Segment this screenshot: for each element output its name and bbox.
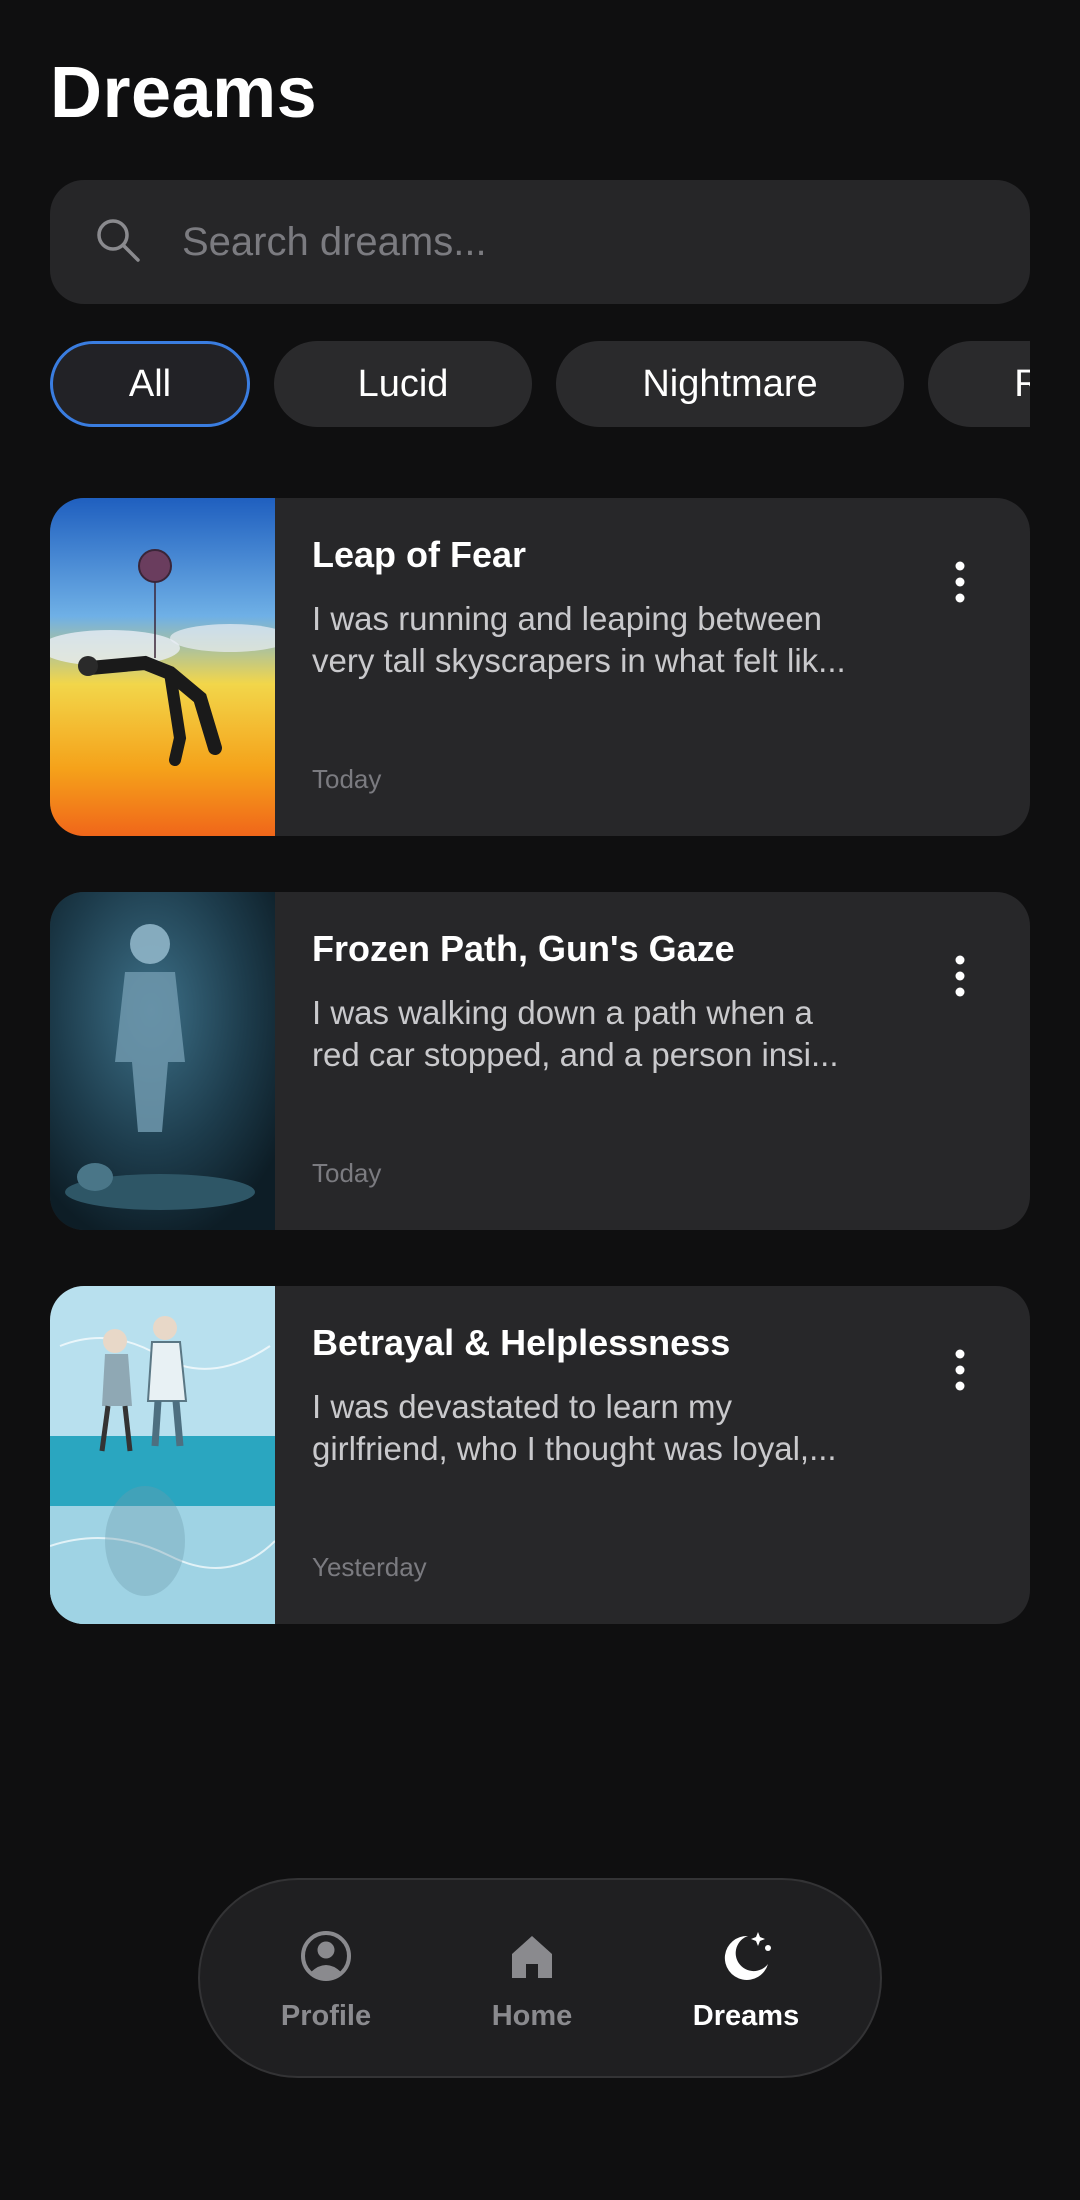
dream-card-betrayal[interactable]: Betrayal & Helplessness I was devastated… bbox=[50, 1286, 1030, 1624]
profile-icon bbox=[298, 1928, 354, 1984]
dream-excerpt: I was running and leaping between very t… bbox=[312, 598, 912, 682]
dream-excerpt-line: I was devastated to learn my bbox=[312, 1388, 733, 1425]
dream-card-leap-of-fear[interactable]: Leap of Fear I was running and leaping b… bbox=[50, 498, 1030, 836]
filter-chip-all[interactable]: All bbox=[50, 341, 250, 427]
dream-thumbnail bbox=[50, 1286, 275, 1624]
bottom-nav: Profile Home Dreams bbox=[198, 1878, 882, 2078]
dream-excerpt-line: I was walking down a path when a bbox=[312, 994, 813, 1031]
dream-excerpt: I was devastated to learn my girlfriend,… bbox=[312, 1386, 912, 1470]
dream-excerpt-line: red car stopped, and a person insi... bbox=[312, 1036, 839, 1073]
nav-label-dreams: Dreams bbox=[692, 2000, 800, 2032]
page-title: Dreams bbox=[50, 53, 318, 133]
dream-excerpt: I was walking down a path when a red car… bbox=[312, 992, 912, 1076]
more-options-icon[interactable] bbox=[950, 1348, 970, 1392]
dream-excerpt-line: very tall skyscrapers in what felt lik..… bbox=[312, 642, 846, 679]
nav-item-profile[interactable]: Profile bbox=[236, 1880, 416, 2076]
search-input[interactable] bbox=[180, 201, 1030, 283]
dream-title: Frozen Path, Gun's Gaze bbox=[312, 928, 735, 969]
nav-item-dreams[interactable]: Dreams bbox=[656, 1880, 836, 2076]
dream-date: Today bbox=[312, 764, 382, 794]
dream-thumbnail bbox=[50, 498, 275, 836]
dream-title: Betrayal & Helplessness bbox=[312, 1322, 731, 1363]
search-bar[interactable] bbox=[50, 180, 1030, 304]
dream-thumbnail bbox=[50, 892, 275, 1230]
filter-chips: All Lucid Nightmare R bbox=[50, 341, 1030, 429]
filter-chip-nightmare[interactable]: Nightmare bbox=[556, 341, 904, 427]
dream-card-frozen-path[interactable]: Frozen Path, Gun's Gaze I was walking do… bbox=[50, 892, 1030, 1230]
dream-date: Yesterday bbox=[312, 1552, 427, 1582]
filter-chip-lucid[interactable]: Lucid bbox=[274, 341, 532, 427]
more-options-icon[interactable] bbox=[950, 560, 970, 604]
dream-date: Today bbox=[312, 1158, 382, 1188]
more-options-icon[interactable] bbox=[950, 954, 970, 998]
search-icon bbox=[92, 214, 144, 271]
dreams-screen: Dreams All Lucid Nightmare R bbox=[0, 0, 1080, 2200]
dream-title: Leap of Fear bbox=[312, 534, 527, 575]
home-icon bbox=[504, 1928, 560, 1984]
dream-excerpt-line: I was running and leaping between bbox=[312, 600, 823, 637]
nav-label-home: Home bbox=[491, 2000, 573, 2032]
dream-excerpt-line: girlfriend, who I thought was loyal,... bbox=[312, 1430, 837, 1467]
moon-stars-icon bbox=[718, 1928, 774, 1984]
nav-item-home[interactable]: Home bbox=[442, 1880, 622, 2076]
nav-label-profile: Profile bbox=[280, 2000, 372, 2032]
filter-chip-r[interactable]: R bbox=[928, 341, 1030, 427]
